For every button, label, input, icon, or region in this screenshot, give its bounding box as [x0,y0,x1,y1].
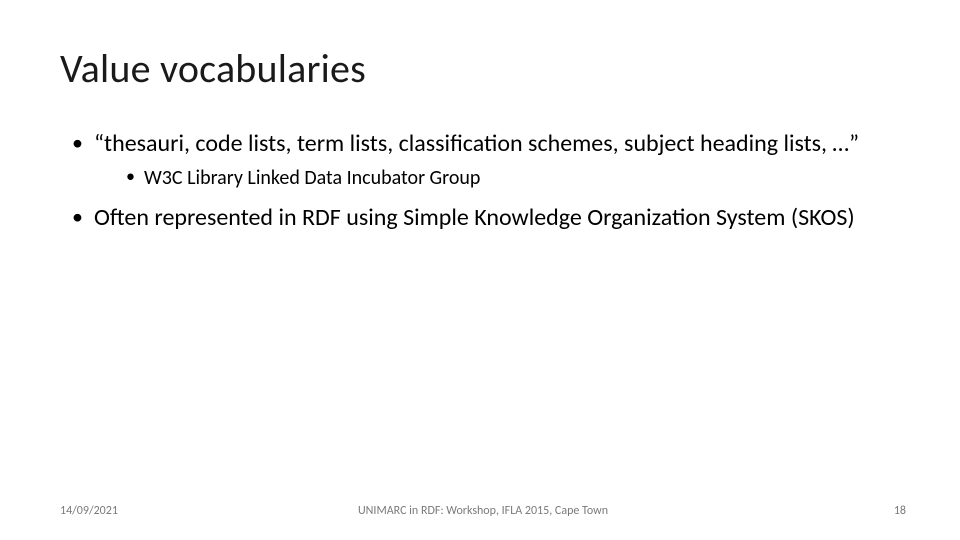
footer-page-number: 18 [894,504,906,518]
bullet-item-1: “thesauri, code lists, term lists, class… [78,129,900,191]
footer-center: UNIMARC in RDF: Workshop, IFLA 2015, Cap… [60,504,906,518]
footer-date: 14/09/2021 [60,504,118,518]
sub-bullet-text-1: W3C Library Linked Data Incubator Group [144,166,480,190]
sub-bullet-list: W3C Library Linked Data Incubator Group [94,165,900,191]
sub-bullet-item-1: W3C Library Linked Data Incubator Group [130,165,900,191]
slide-footer: 14/09/2021 UNIMARC in RDF: Workshop, IFL… [60,504,906,518]
bullet-text-1: “thesauri, code lists, term lists, class… [94,129,859,158]
slide-title: Value vocabularies [60,44,900,93]
bullet-item-2: Often represented in RDF using Simple Kn… [78,203,900,233]
bullet-list: “thesauri, code lists, term lists, class… [60,129,900,233]
bullet-text-2: Often represented in RDF using Simple Kn… [94,203,855,232]
slide: Value vocabularies “thesauri, code lists… [0,0,960,540]
